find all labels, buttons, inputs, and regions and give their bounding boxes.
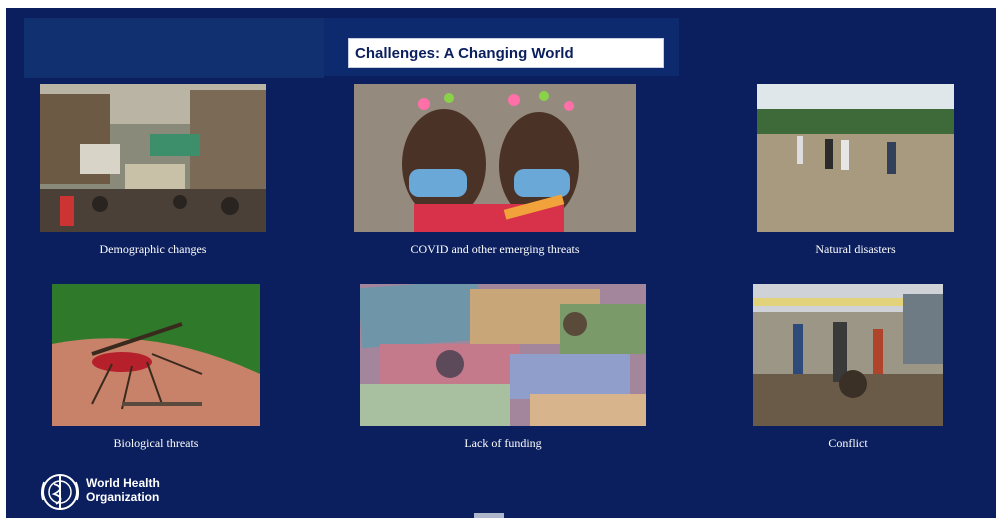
caption-lack-of-funding: Lack of funding xyxy=(464,436,542,450)
who-logo: World Health Organization xyxy=(38,470,208,514)
who-logo-text: World Health Organization xyxy=(86,476,160,504)
conflict-street-photo xyxy=(753,284,943,426)
caption-biological-threats: Biological threats xyxy=(113,436,199,450)
caption-natural-disasters: Natural disasters xyxy=(815,242,896,256)
flood-photo xyxy=(757,84,954,232)
crowded-street-photo xyxy=(40,84,266,232)
header-band-shade xyxy=(24,18,324,78)
mosquito-photo xyxy=(52,284,260,426)
banknotes-photo xyxy=(360,284,646,426)
caption-demographic-changes: Demographic changes xyxy=(99,242,207,256)
slide: Challenges: A Changing World Demographic… xyxy=(6,8,996,518)
caption-conflict: Conflict xyxy=(828,436,868,450)
who-emblem-icon xyxy=(40,474,80,510)
slide-nav-marker[interactable] xyxy=(474,513,504,518)
who-logo-line1: World Health xyxy=(86,476,160,490)
caption-covid-threats: COVID and other emerging threats xyxy=(410,242,580,256)
who-logo-line2: Organization xyxy=(86,490,160,504)
slide-title: Challenges: A Changing World xyxy=(348,38,664,68)
masked-children-photo xyxy=(354,84,636,232)
